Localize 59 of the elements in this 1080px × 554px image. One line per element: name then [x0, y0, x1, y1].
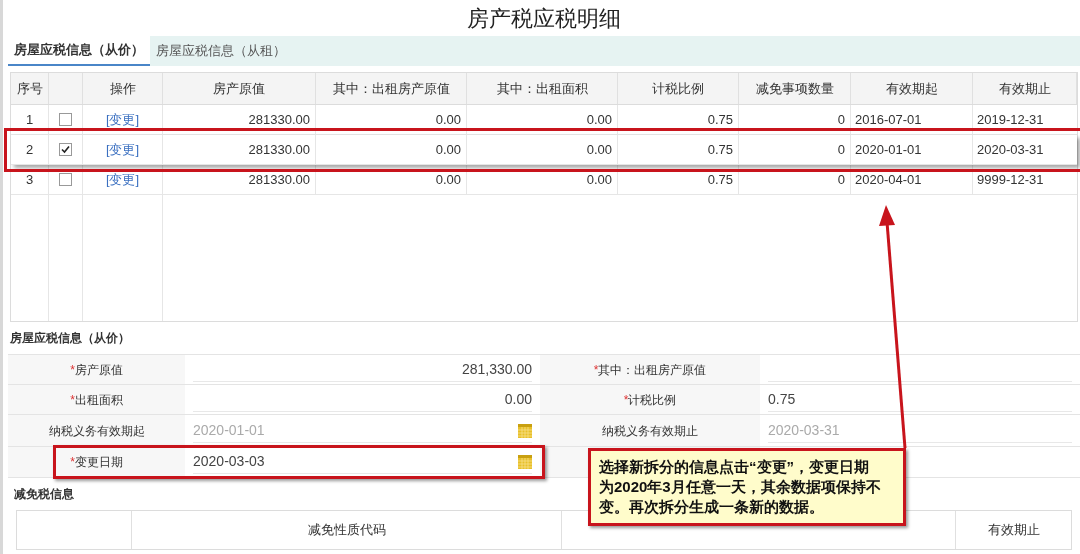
column-header: 计税比例 — [652, 79, 704, 98]
table-cell-text: 0.00 — [586, 170, 612, 189]
table-cell-text: 9999-12-31 — [977, 170, 1044, 189]
field-label: *其中：出租房产原值 — [593, 361, 707, 379]
field-label: 纳税义务有效期起 — [48, 422, 145, 440]
change-link[interactable]: [变更] — [105, 139, 140, 160]
field-label: *计税比例 — [623, 391, 677, 409]
column-header: 操作 — [109, 79, 136, 98]
input-field[interactable]: 0.00 — [193, 387, 532, 412]
change-link[interactable]: [变更] — [105, 109, 140, 130]
column-header: 房产原值 — [213, 79, 265, 98]
table-cell-text: 0 — [837, 110, 845, 129]
row-checkbox[interactable] — [59, 143, 72, 156]
row-checkbox[interactable] — [59, 113, 72, 126]
input-field[interactable]: 0.75 — [768, 387, 1072, 412]
table-cell-text: 2016-07-01 — [855, 110, 922, 129]
row-number: 2 — [25, 140, 34, 159]
table-cell-text: 0.00 — [435, 170, 461, 189]
column-header: 有效期起 — [885, 79, 938, 98]
tab[interactable]: 房屋应税信息（从租） — [150, 36, 292, 66]
column-header: 其中：出租面积 — [496, 79, 588, 98]
row-checkbox[interactable] — [59, 173, 72, 186]
row-number: 1 — [25, 110, 34, 129]
table-cell-text: 0 — [837, 170, 845, 189]
section-title: 减免税信息 — [14, 486, 74, 503]
table-cell-text: 2020-04-01 — [855, 170, 922, 189]
column-header: 其中：出租房产原值 — [332, 79, 450, 98]
section-title: 房屋应税信息（从价） — [10, 330, 130, 347]
table-cell-text: 2019-12-31 — [977, 110, 1044, 129]
row-number: 3 — [25, 170, 34, 189]
table-cell-text: 0.75 — [707, 140, 733, 159]
table-cell-text: 281330.00 — [248, 110, 310, 129]
column-header: 序号 — [16, 79, 43, 98]
change-link[interactable]: [变更] — [105, 169, 140, 190]
field-label: *出租面积 — [70, 391, 123, 409]
column-header: 有效期止 — [987, 521, 1040, 540]
table-cell-text: 281330.00 — [248, 140, 310, 159]
column-header: 减免性质代码 — [307, 521, 386, 540]
table-cell-text: 0.00 — [435, 110, 461, 129]
calendar-icon[interactable] — [518, 454, 532, 469]
table-cell-text: 0.75 — [707, 110, 733, 129]
table-cell-text: 0.00 — [586, 110, 612, 129]
page-title: 房产税应税明细 — [467, 4, 621, 33]
column-header: 有效期止 — [998, 79, 1051, 98]
table-cell-text: 281330.00 — [248, 170, 310, 189]
table-cell-text: 0.00 — [435, 140, 461, 159]
input-field[interactable]: 281,330.00 — [193, 357, 532, 382]
callout-note: 选择新拆分的信息点击“变更”，变更日期为2020年3月任意一天，其余数据项保持不变。再次拆分生成一条新的数据。 — [588, 448, 906, 526]
tab[interactable]: 房屋应税信息（从价） — [8, 36, 150, 66]
table-cell-text: 2020-01-01 — [855, 140, 922, 159]
column-header: 减免事项数量 — [755, 79, 834, 98]
table-cell-text: 0 — [837, 140, 845, 159]
table-cell-text: 2020-03-31 — [977, 140, 1044, 159]
field-label: *变更日期 — [70, 454, 123, 471]
field-label: *房产原值 — [70, 361, 123, 379]
field-label: 纳税义务有效期止 — [602, 422, 698, 440]
date-field[interactable]: 2020-03-03 — [193, 450, 532, 474]
table-cell-text: 0.75 — [707, 170, 733, 189]
table-cell-text: 0.00 — [586, 140, 612, 159]
